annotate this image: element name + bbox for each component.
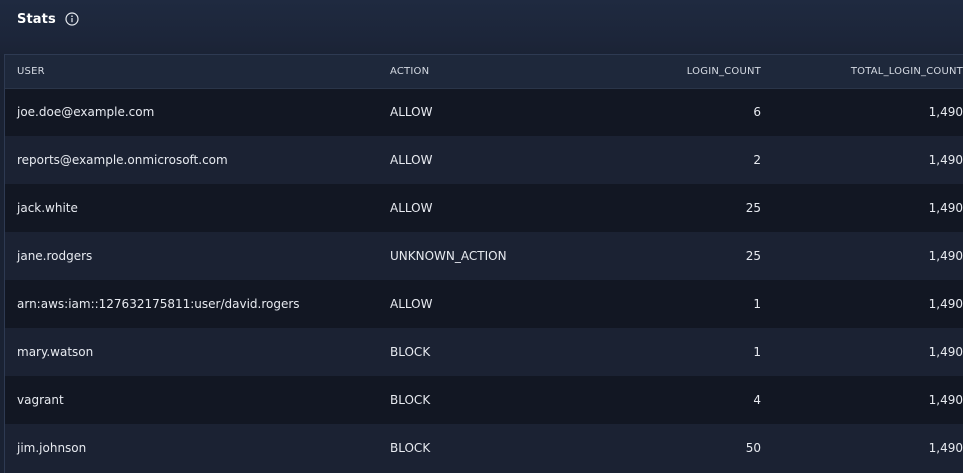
- stats-table: USER ACTION LOGIN_COUNT TOTAL_LOGIN_COUN…: [5, 55, 963, 472]
- table-row[interactable]: jack.white ALLOW 25 1,490: [5, 184, 963, 232]
- table-header-row: USER ACTION LOGIN_COUNT TOTAL_LOGIN_COUN…: [5, 55, 963, 89]
- cell-action: BLOCK: [390, 393, 431, 407]
- cell-total-login-count-value: 1,490: [928, 393, 963, 407]
- cell-login-count: 6: [630, 88, 761, 136]
- cell-total-login-count: 1,490: [761, 328, 963, 376]
- table-row[interactable]: jane.rodgers UNKNOWN_ACTION 25 1,490: [5, 232, 963, 280]
- cell-action: ALLOW: [390, 201, 433, 215]
- cell-login-count: 4: [630, 376, 761, 424]
- table-row[interactable]: reports@example.onmicrosoft.com ALLOW 2 1,4…: [5, 136, 963, 184]
- cell-login-count: 25: [630, 184, 761, 232]
- cell-login-count-value: 6: [753, 105, 761, 120]
- cell-action: UNKNOWN_ACTION: [390, 249, 507, 263]
- cell-action: BLOCK: [390, 345, 431, 359]
- cell-action: ALLOW: [390, 153, 433, 167]
- column-header-login-count[interactable]: LOGIN_COUNT: [630, 55, 761, 89]
- cell-total-login-count: 1,490: [761, 232, 963, 280]
- cell-total-login-count: 1,490: [761, 280, 963, 328]
- cell-user: reports@example.onmicrosoft.com: [17, 153, 228, 167]
- stats-table-container[interactable]: USER ACTION LOGIN_COUNT TOTAL_LOGIN_COUN…: [4, 54, 963, 473]
- table-row[interactable]: joe.doe@example.com ALLOW 6 1,490: [5, 88, 963, 136]
- column-header-total-login-count-label: TOTAL_LOGIN_COUNT: [850, 65, 963, 77]
- column-header-total-login-count[interactable]: TOTAL_LOGIN_COUNT: [761, 55, 963, 89]
- cell-login-count-value: 25: [745, 201, 761, 215]
- cell-total-login-count-value: 1,490: [928, 297, 963, 311]
- stats-panel: Stats USER ACTION LOGIN_COUNT TOTAL_LOGI…: [0, 0, 963, 473]
- cell-login-count: 1: [630, 280, 761, 328]
- column-header-login-count-label: LOGIN_COUNT: [686, 65, 761, 77]
- cell-total-login-count-value: 1,490: [928, 105, 963, 120]
- column-header-user[interactable]: USER: [5, 55, 390, 89]
- info-icon[interactable]: [65, 12, 79, 26]
- cell-user: mary.watson: [17, 345, 94, 359]
- cell-total-login-count: 1,490: [761, 376, 963, 424]
- cell-total-login-count-value: 1,490: [928, 201, 963, 215]
- cell-login-count-value: 50: [745, 441, 761, 455]
- table-row[interactable]: jim.johnson BLOCK 50 1,490: [5, 424, 963, 472]
- cell-login-count-value: 4: [753, 393, 761, 407]
- panel-header: Stats: [0, 0, 963, 38]
- cell-total-login-count-value: 1,490: [928, 345, 963, 359]
- column-header-action[interactable]: ACTION: [390, 55, 630, 89]
- table-body: joe.doe@example.com ALLOW 6 1,490 reports@ex…: [5, 88, 963, 472]
- cell-user: jack.white: [17, 201, 78, 215]
- table-row[interactable]: mary.watson BLOCK 1 1,490: [5, 328, 963, 376]
- cell-total-login-count: 1,490: [761, 424, 963, 472]
- cell-total-login-count: 1,490: [761, 184, 963, 232]
- cell-action: BLOCK: [390, 441, 431, 455]
- cell-login-count: 1: [630, 328, 761, 376]
- cell-user: arn:aws:iam::127632175811:user/david.rog…: [17, 297, 300, 311]
- cell-total-login-count-value: 1,490: [928, 249, 963, 263]
- cell-total-login-count: 1,490: [761, 136, 963, 184]
- cell-login-count: 50: [630, 424, 761, 472]
- cell-login-count: 2: [630, 136, 761, 184]
- cell-action: ALLOW: [390, 105, 433, 120]
- cell-total-login-count-value: 1,490: [928, 153, 963, 167]
- cell-user: vagrant: [17, 393, 64, 407]
- panel-title: Stats: [17, 11, 56, 27]
- cell-user: jane.rodgers: [17, 249, 93, 263]
- cell-login-count-value: 1: [753, 345, 761, 359]
- cell-action: ALLOW: [390, 297, 433, 311]
- cell-login-count-value: 2: [753, 153, 761, 167]
- cell-user: joe.doe@example.com: [17, 105, 155, 120]
- cell-total-login-count: 1,490: [761, 88, 963, 136]
- table-row[interactable]: arn:aws:iam::127632175811:user/david.rog…: [5, 280, 963, 328]
- cell-login-count-value: 25: [745, 249, 761, 263]
- cell-login-count-value: 1: [753, 297, 761, 311]
- cell-login-count: 25: [630, 232, 761, 280]
- cell-user: jim.johnson: [17, 441, 87, 455]
- table-row[interactable]: vagrant BLOCK 4 1,490: [5, 376, 963, 424]
- cell-total-login-count-value: 1,490: [928, 441, 963, 455]
